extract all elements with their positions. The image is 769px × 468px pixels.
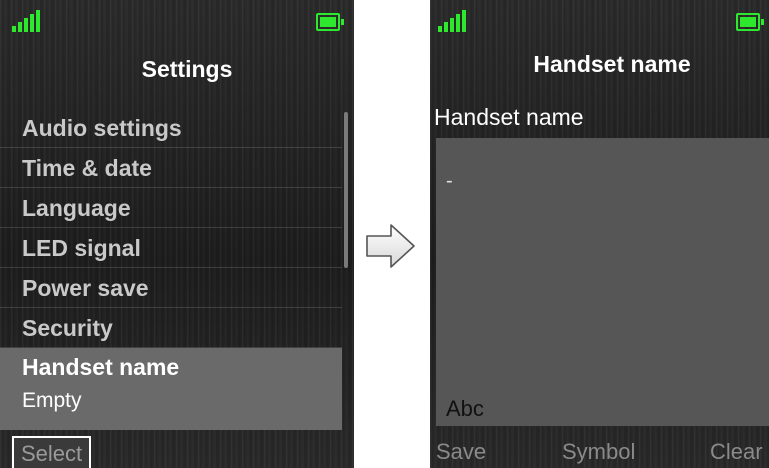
right-arrow-icon xyxy=(365,222,417,275)
softkey-bar: Save Symbol Clear xyxy=(430,436,769,468)
scrollbar[interactable] xyxy=(344,112,348,268)
handset-name-input[interactable]: - Abc xyxy=(436,138,769,426)
menu-item-handset-name[interactable]: Handset name Empty xyxy=(0,348,342,430)
battery-icon xyxy=(736,13,764,31)
settings-screen: Settings Audio settings Time & date Lang… xyxy=(0,0,354,468)
signal-strength-icon xyxy=(12,10,40,32)
menu-item-led-signal[interactable]: LED signal xyxy=(0,228,342,268)
stage: Settings Audio settings Time & date Lang… xyxy=(0,0,769,468)
clear-softkey[interactable]: Clear xyxy=(710,436,763,468)
settings-menu: Audio settings Time & date Language LED … xyxy=(0,108,342,430)
menu-item-audio-settings[interactable]: Audio settings xyxy=(0,108,342,148)
menu-item-label: Handset name xyxy=(22,354,180,380)
signal-strength-icon xyxy=(438,10,466,32)
input-mode-indicator: Abc xyxy=(446,396,484,421)
battery-icon xyxy=(316,13,344,31)
handset-name-screen: Handset name Handset name - Abc Save Sym… xyxy=(430,0,769,468)
text-cursor: - xyxy=(446,170,453,192)
page-title: Handset name xyxy=(533,51,691,77)
menu-item-power-save[interactable]: Power save xyxy=(0,268,342,308)
menu-item-time-date[interactable]: Time & date xyxy=(0,148,342,188)
menu-item-security[interactable]: Security xyxy=(0,308,342,348)
page-title: Settings xyxy=(141,56,233,82)
save-softkey[interactable]: Save xyxy=(436,436,486,468)
menu-item-language[interactable]: Language xyxy=(0,188,342,228)
field-label: Handset name xyxy=(434,104,584,130)
menu-item-value: Empty xyxy=(22,389,82,412)
select-softkey[interactable]: Select xyxy=(12,436,92,468)
symbol-softkey[interactable]: Symbol xyxy=(562,436,635,468)
